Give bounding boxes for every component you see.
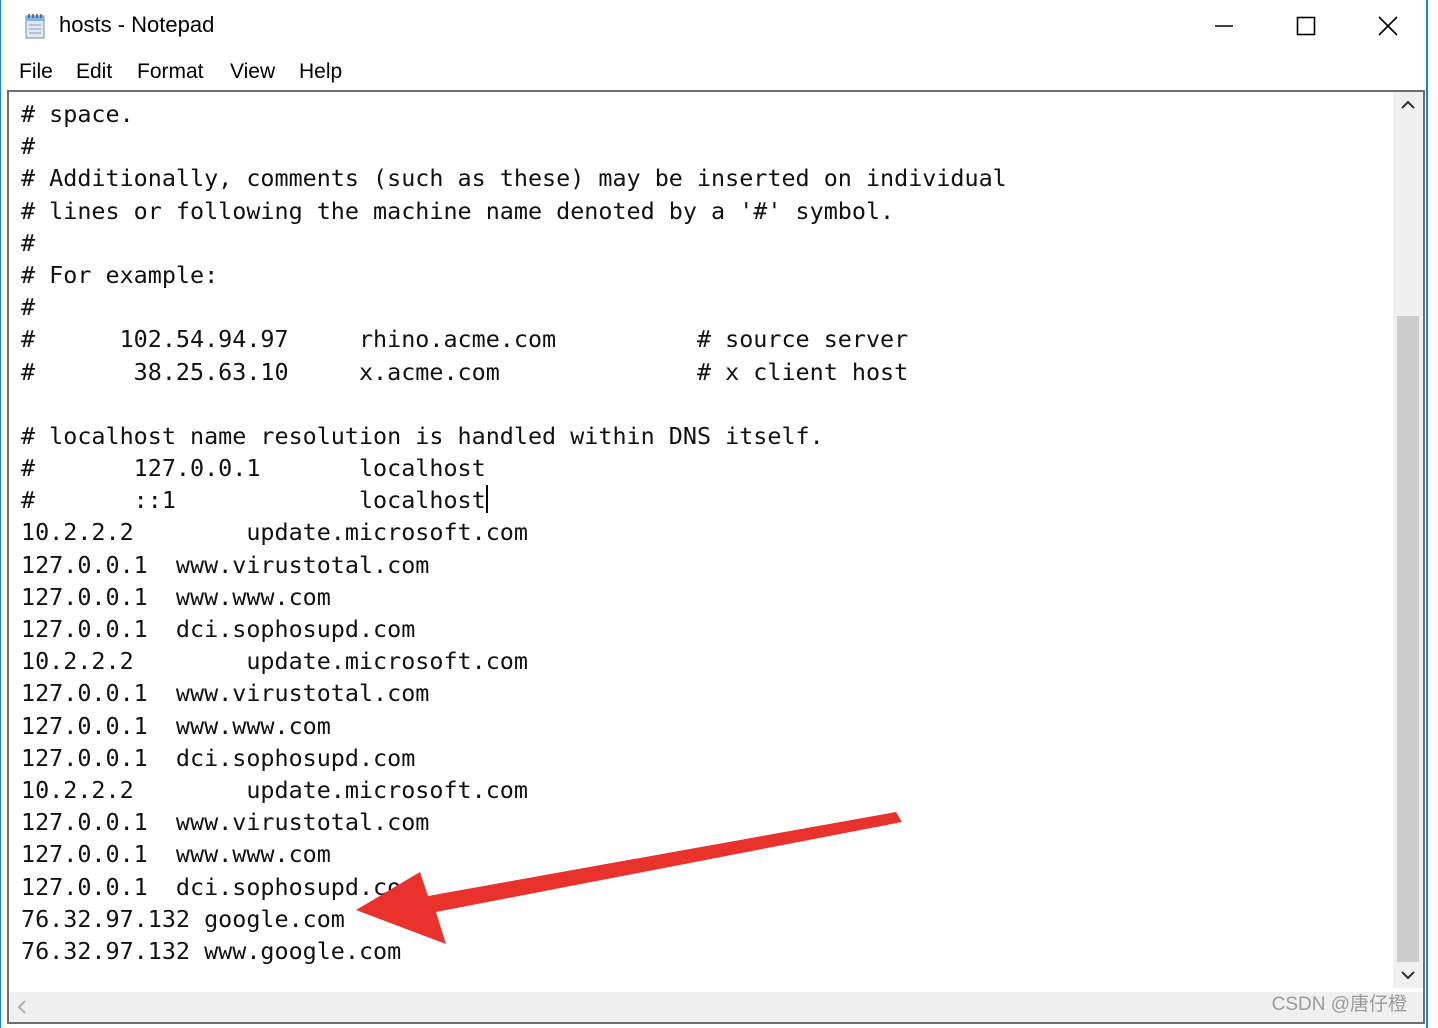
text-line[interactable]: # lines or following the machine name de… bbox=[21, 195, 1391, 227]
text-line[interactable]: 127.0.0.1 www.virustotal.com bbox=[21, 549, 1391, 581]
text-line[interactable]: # Additionally, comments (such as these)… bbox=[21, 162, 1391, 194]
text-line[interactable]: 127.0.0.1 dci.sophosupd.com bbox=[21, 871, 1391, 903]
text-line[interactable]: 127.0.0.1 www.virustotal.com bbox=[21, 806, 1391, 838]
text-line[interactable]: # bbox=[21, 227, 1391, 259]
menu-help[interactable]: Help bbox=[299, 58, 342, 86]
text-line-content: # 127.0.0.1 localhost bbox=[21, 454, 486, 483]
text-line[interactable]: # space. bbox=[21, 98, 1391, 130]
text-line[interactable]: # 38.25.63.10 x.acme.com # x client host bbox=[21, 356, 1391, 388]
text-line[interactable]: # 127.0.0.1 localhost bbox=[21, 452, 1391, 484]
text-line[interactable]: 10.2.2.2 update.microsoft.com bbox=[21, 645, 1391, 677]
title-bar[interactable]: hosts - Notepad bbox=[1, 0, 1426, 52]
text-line-content: 127.0.0.1 www.www.com bbox=[21, 840, 331, 869]
window-title: hosts - Notepad bbox=[59, 12, 215, 37]
text-line-content: 127.0.0.1 dci.sophosupd.com bbox=[21, 872, 416, 901]
background-window-edge bbox=[1428, 0, 1438, 1028]
text-line[interactable]: 76.32.97.132 www.google.com bbox=[21, 935, 1391, 967]
text-line[interactable]: 10.2.2.2 update.microsoft.com bbox=[21, 774, 1391, 806]
text-line[interactable]: # For example: bbox=[21, 259, 1391, 291]
text-line-content: # Additionally, comments (such as these)… bbox=[21, 164, 1007, 193]
vertical-scrollbar[interactable] bbox=[1393, 92, 1423, 988]
text-line-content: # ::1 localhost bbox=[21, 486, 486, 515]
horizontal-scrollbar[interactable] bbox=[9, 992, 1393, 1022]
text-line[interactable]: 127.0.0.1 dci.sophosupd.com bbox=[21, 613, 1391, 645]
text-line-content: # bbox=[21, 228, 36, 257]
text-line[interactable]: 127.0.0.1 www.www.com bbox=[21, 581, 1391, 613]
chevron-down-icon bbox=[1401, 971, 1415, 980]
text-line-content: 127.0.0.1 www.virustotal.com bbox=[21, 550, 430, 579]
text-line-content: # For example: bbox=[21, 260, 219, 289]
menu-file[interactable]: File bbox=[19, 58, 53, 86]
text-line[interactable]: 127.0.0.1 www.virustotal.com bbox=[21, 677, 1391, 709]
minimize-button[interactable] bbox=[1183, 0, 1265, 52]
text-line-content: 127.0.0.1 www.www.com bbox=[21, 711, 331, 740]
text-line-content: 127.0.0.1 dci.sophosupd.com bbox=[21, 615, 416, 643]
text-line-content: 76.32.97.132 www.google.com bbox=[21, 936, 402, 965]
text-line-content: # space. bbox=[21, 100, 134, 128]
text-line-content: 10.2.2.2 update.microsoft.com bbox=[21, 647, 528, 676]
text-content[interactable]: # space. # # Additionally, comments (such … bbox=[21, 98, 1391, 978]
text-line-content: # localhost name resolution is handled w… bbox=[21, 421, 824, 450]
menu-view[interactable]: View bbox=[230, 58, 275, 86]
text-line[interactable]: 76.32.97.132 google.com bbox=[21, 903, 1391, 935]
text-line[interactable]: 127.0.0.1 www.www.com bbox=[21, 710, 1391, 742]
menu-bar: File Edit Format View Help bbox=[1, 52, 1426, 90]
text-line[interactable]: # localhost name resolution is handled w… bbox=[21, 420, 1391, 452]
menu-edit[interactable]: Edit bbox=[76, 58, 112, 86]
chevron-up-icon bbox=[1401, 100, 1415, 109]
text-line-content: # bbox=[21, 132, 36, 161]
watermark: CSDN @唐仔橙 bbox=[1271, 994, 1407, 1015]
menu-format[interactable]: Format bbox=[137, 58, 204, 86]
text-line[interactable]: 10.2.2.2 update.microsoft.com bbox=[21, 516, 1391, 548]
vertical-scroll-thumb[interactable] bbox=[1397, 316, 1419, 962]
text-line-content: 127.0.0.1 www.virustotal.com bbox=[21, 808, 430, 837]
text-line[interactable]: # bbox=[21, 291, 1391, 323]
notepad-app-icon bbox=[25, 14, 45, 39]
scroll-left-button[interactable] bbox=[9, 992, 35, 1022]
text-line-content: 127.0.0.1 dci.sophosupd.com bbox=[21, 743, 416, 772]
close-button[interactable] bbox=[1347, 0, 1429, 52]
notepad-window: hosts - Notepad File Edit Format View He… bbox=[0, 0, 1428, 1028]
text-line[interactable] bbox=[21, 388, 1391, 420]
text-line[interactable]: # 102.54.94.97 rhino.acme.com # source s… bbox=[21, 323, 1391, 355]
text-line[interactable]: 127.0.0.1 dci.sophosupd.com bbox=[21, 742, 1391, 774]
text-line-content: # 102.54.94.97 rhino.acme.com # source s… bbox=[21, 325, 909, 354]
text-line[interactable]: 127.0.0.1 www.www.com bbox=[21, 838, 1391, 870]
text-line-content: 76.32.97.132 google.com bbox=[21, 904, 345, 933]
text-line-content: # bbox=[21, 293, 36, 322]
text-line-content: 127.0.0.1 www.virustotal.com bbox=[21, 679, 430, 708]
text-line[interactable]: # bbox=[21, 130, 1391, 162]
maximize-button[interactable] bbox=[1265, 0, 1347, 52]
scroll-down-button[interactable] bbox=[1393, 962, 1423, 988]
chevron-left-icon bbox=[17, 1000, 26, 1014]
text-line-content: # lines or following the machine name de… bbox=[21, 196, 895, 225]
text-line-content: 10.2.2.2 update.microsoft.com bbox=[21, 775, 528, 804]
editor-area[interactable]: # space. # # Additionally, comments (such … bbox=[7, 90, 1425, 1024]
maximize-icon bbox=[1296, 16, 1316, 36]
close-icon bbox=[1378, 16, 1398, 36]
text-line-content: 127.0.0.1 www.www.com bbox=[21, 582, 331, 611]
text-caret bbox=[485, 485, 488, 514]
text-line-content: 10.2.2.2 update.microsoft.com bbox=[21, 518, 528, 547]
text-line[interactable]: # ::1 localhost bbox=[21, 484, 1391, 516]
scroll-up-button[interactable] bbox=[1393, 92, 1423, 118]
text-line-content: # 38.25.63.10 x.acme.com # x client host bbox=[21, 357, 909, 386]
minimize-icon bbox=[1215, 25, 1233, 27]
